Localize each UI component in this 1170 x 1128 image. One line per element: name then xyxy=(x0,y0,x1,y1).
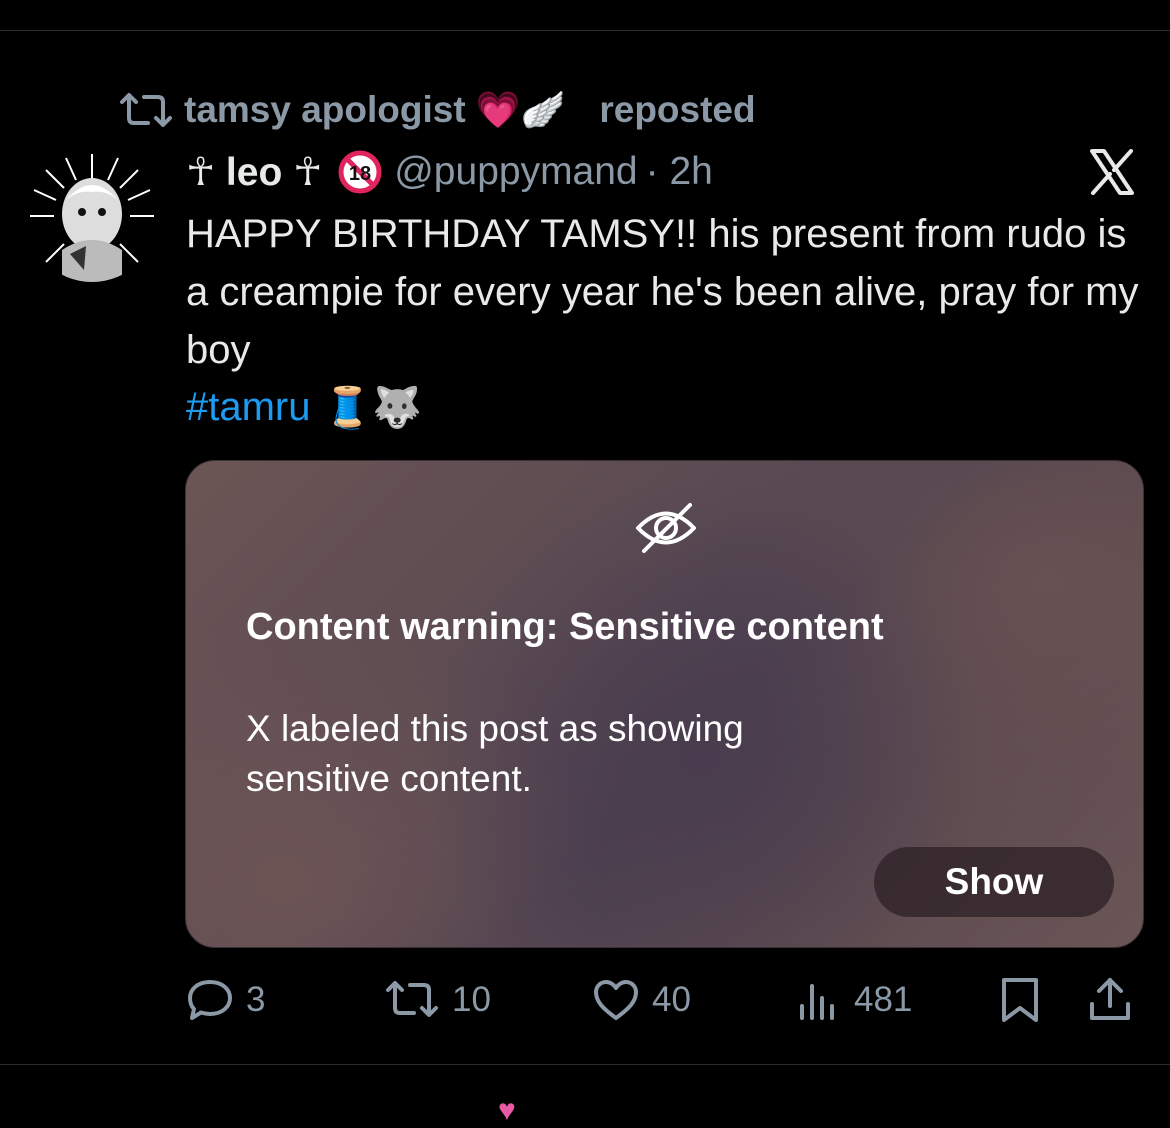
views-icon xyxy=(800,984,834,1020)
sensitive-media-card[interactable]: Content warning: Sensitive content X lab… xyxy=(185,460,1144,948)
x-logo-icon[interactable] xyxy=(1086,146,1138,198)
action-bar: 3 10 40 481 xyxy=(0,972,1170,1028)
badge-text: 18 xyxy=(349,163,371,185)
repost-icon xyxy=(386,981,438,1017)
reply-count: 3 xyxy=(246,980,266,1019)
repost-button[interactable]: 10 xyxy=(384,972,491,1028)
bookmark-icon xyxy=(1002,978,1038,1022)
bookmark-button[interactable] xyxy=(996,972,1056,1028)
reply-button[interactable]: 3 xyxy=(186,972,265,1028)
share-icon xyxy=(1090,978,1130,1020)
hashtag-line: #tamru 🧵🐺 xyxy=(186,378,422,436)
post-time: · 2h xyxy=(645,150,713,193)
post-header: ☥ leo ☥ 18 @puppymand · 2h xyxy=(186,143,713,201)
repost-count: 10 xyxy=(452,980,491,1019)
top-divider xyxy=(0,30,1170,31)
repost-verb: reposted xyxy=(599,89,756,130)
like-button[interactable]: 40 xyxy=(592,972,691,1028)
reply-icon xyxy=(188,980,232,1020)
avatar[interactable] xyxy=(26,150,158,282)
reposter-emoji: 💗🪽 xyxy=(475,89,566,130)
view-count: 481 xyxy=(854,980,913,1019)
eye-off-icon xyxy=(636,503,696,553)
repost-context[interactable]: tamsy apologist 💗🪽 reposted xyxy=(118,84,756,136)
share-button[interactable] xyxy=(1086,972,1146,1028)
content-warning-body: X labeled this post as showing sensitive… xyxy=(246,708,744,799)
like-count: 40 xyxy=(652,980,691,1019)
content-warning-title: Content warning: Sensitive content xyxy=(246,606,884,648)
hashtag-emoji: 🧵🐺 xyxy=(322,385,423,430)
bottom-divider xyxy=(0,1064,1170,1065)
post-text: HAPPY BIRTHDAY TAMSY!! his present from … xyxy=(186,212,1139,372)
show-button[interactable]: Show xyxy=(874,847,1114,917)
display-name[interactable]: ☥ leo ☥ xyxy=(186,150,322,195)
views-button[interactable]: 481 xyxy=(794,972,912,1028)
repost-icon xyxy=(120,93,172,127)
age-restriction-badge-icon: 18 xyxy=(338,150,382,194)
hashtag-link[interactable]: #tamru xyxy=(186,385,311,430)
heart-icon xyxy=(594,980,638,1020)
next-post-peek: ♥ xyxy=(498,1094,516,1127)
reposter-name: tamsy apologist xyxy=(184,89,466,130)
user-handle[interactable]: @puppymand xyxy=(394,150,637,194)
